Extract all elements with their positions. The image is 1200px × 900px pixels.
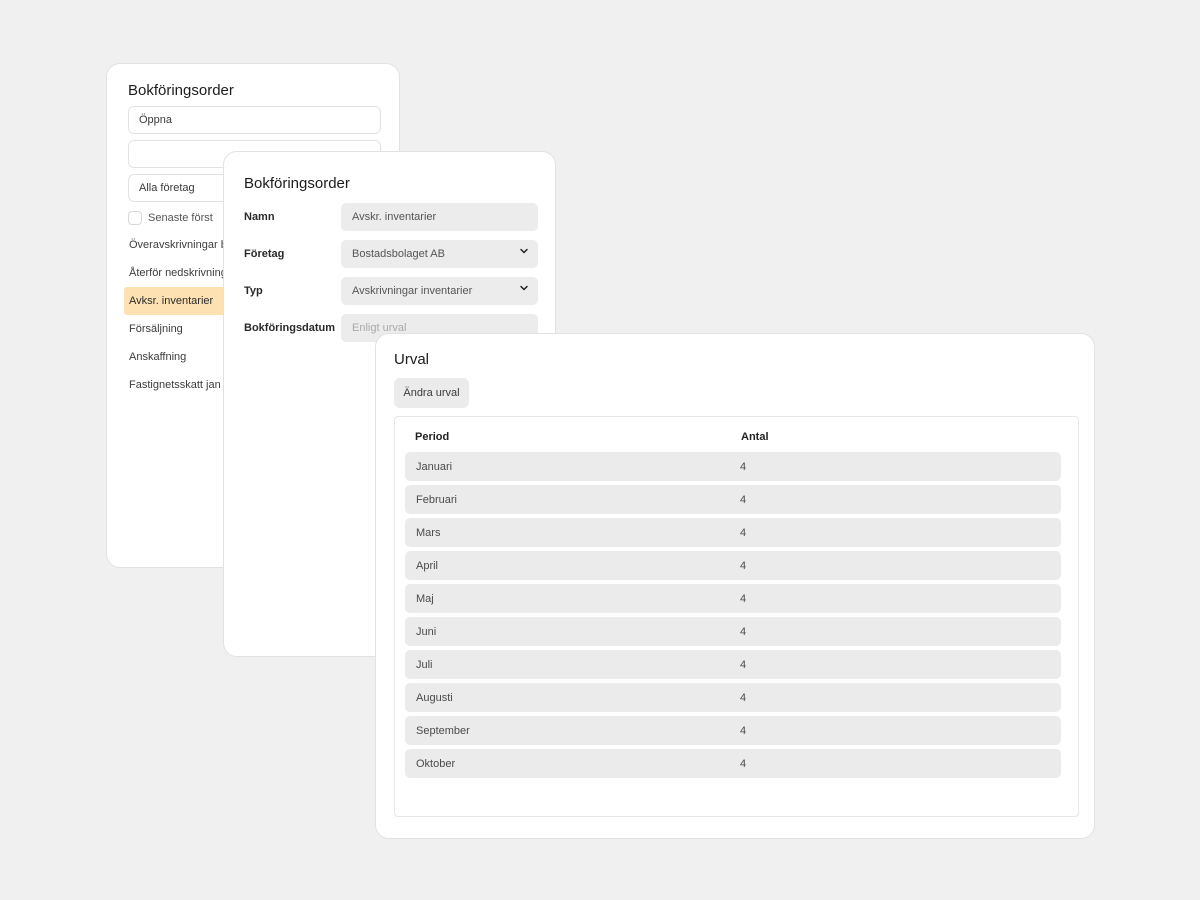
type-label: Typ — [244, 285, 263, 297]
form-title: Bokföringsorder — [244, 175, 350, 192]
status-filter-field[interactable]: Öppna — [128, 106, 381, 134]
count-cell: 4 — [740, 692, 747, 704]
name-label: Namn — [244, 211, 275, 223]
company-select[interactable]: Bostadsbolaget AB — [341, 240, 538, 268]
count-cell: 4 — [740, 560, 747, 572]
column-header-count: Antal — [741, 431, 769, 443]
company-row: Företag Bostadsbolaget AB — [244, 240, 538, 268]
count-cell: 4 — [740, 494, 747, 506]
type-row: Typ Avskrivningar inventarier — [244, 277, 538, 305]
count-cell: 4 — [740, 593, 747, 605]
count-cell: 4 — [740, 527, 747, 539]
newest-first-checkbox[interactable] — [128, 211, 142, 225]
column-header-period: Period — [415, 431, 450, 443]
change-selection-button[interactable]: Ändra urval — [394, 378, 469, 408]
newest-first-label: Senaste först — [148, 212, 213, 224]
count-cell: 4 — [740, 758, 747, 770]
period-cell: April — [416, 560, 439, 572]
period-cell: Juni — [416, 626, 437, 638]
table-row[interactable]: Juli 4 — [405, 650, 1061, 679]
name-row: Namn Avskr. inventarier — [244, 203, 538, 231]
count-cell: 4 — [740, 461, 747, 473]
table-row[interactable]: Januari 4 — [405, 452, 1061, 481]
chevron-down-icon — [519, 246, 529, 259]
table-row[interactable]: Augusti 4 — [405, 683, 1061, 712]
company-label: Företag — [244, 248, 285, 260]
period-table: Period Antal Januari 4 Februari 4 Mars 4 Ap… — [394, 416, 1079, 817]
period-cell: Augusti — [416, 692, 453, 704]
table-body: Januari 4 Februari 4 Mars 4 April 4 Maj 4 Jun… — [405, 452, 1061, 782]
period-cell: Maj — [416, 593, 434, 605]
period-cell: Januari — [416, 461, 453, 473]
panel-title: Bokföringsorder — [128, 82, 234, 99]
name-value: Avskr. inventarier — [352, 211, 437, 223]
count-cell: 4 — [740, 725, 747, 737]
count-cell: 4 — [740, 626, 747, 638]
newest-first-toggle[interactable]: Senaste först — [128, 211, 213, 225]
table-row[interactable]: April 4 — [405, 551, 1061, 580]
booking-date-label: Bokföringsdatum — [244, 322, 336, 334]
table-row[interactable]: Oktober 4 — [405, 749, 1061, 778]
type-select[interactable]: Avskrivningar inventarier — [341, 277, 538, 305]
count-cell: 4 — [740, 659, 747, 671]
period-cell: Juli — [416, 659, 433, 671]
selection-panel: Urval Ändra urval Period Antal Januari 4 … — [375, 333, 1095, 839]
selection-title: Urval — [394, 351, 430, 368]
table-row[interactable]: Februari 4 — [405, 485, 1061, 514]
table-row[interactable]: Maj 4 — [405, 584, 1061, 613]
table-row[interactable]: Mars 4 — [405, 518, 1061, 547]
table-row[interactable]: Juni 4 — [405, 617, 1061, 646]
period-cell: September — [416, 725, 470, 737]
period-cell: Oktober — [416, 758, 456, 770]
type-value: Avskrivningar inventarier — [352, 285, 473, 297]
name-input[interactable]: Avskr. inventarier — [341, 203, 538, 231]
company-value: Bostadsbolaget AB — [352, 248, 445, 260]
table-row[interactable]: September 4 — [405, 716, 1061, 745]
period-cell: Mars — [416, 527, 441, 539]
period-cell: Februari — [416, 494, 457, 506]
chevron-down-icon — [519, 283, 529, 296]
